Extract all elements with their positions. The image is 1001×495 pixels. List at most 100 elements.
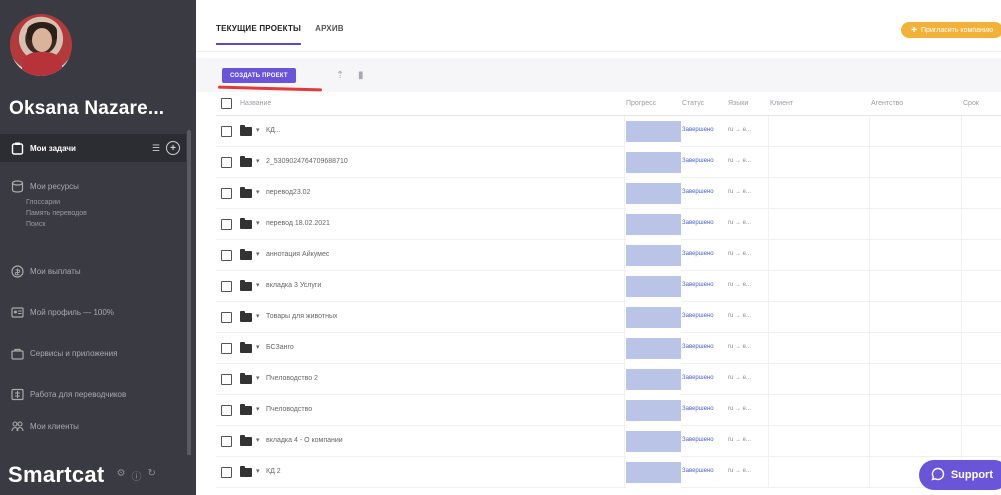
- row-checkbox[interactable]: [221, 126, 232, 137]
- project-name[interactable]: КД...: [266, 127, 281, 134]
- project-name[interactable]: Товары для животных: [266, 313, 338, 320]
- row-checkbox[interactable]: [221, 467, 232, 478]
- chevron-down-icon[interactable]: ▾: [256, 188, 260, 196]
- sidebar-item-services[interactable]: Сервисы и приложения: [0, 344, 186, 362]
- project-name[interactable]: вкладка 3 Услуги: [266, 282, 321, 289]
- user-name[interactable]: Oksana Nazare...: [9, 98, 164, 120]
- chevron-down-icon[interactable]: ▾: [256, 405, 260, 413]
- progress-cell: [626, 178, 681, 209]
- chevron-down-icon[interactable]: ▾: [256, 467, 260, 475]
- sidebar-item-resources[interactable]: Мои ресурсы: [0, 178, 186, 194]
- column-divider: [768, 271, 769, 301]
- clients-icon: [10, 419, 24, 433]
- chevron-down-icon[interactable]: ▾: [256, 436, 260, 444]
- chevron-down-icon[interactable]: ▾: [256, 343, 260, 351]
- projects-table: Название Прогресс Статус Языки Клиент Аг…: [216, 92, 1001, 488]
- tab-archive[interactable]: АРХИВ: [315, 24, 344, 45]
- table-row[interactable]: ▾ Товары для животных Завершено ru → e...: [216, 302, 1001, 333]
- row-checkbox[interactable]: [221, 281, 232, 292]
- table-row[interactable]: ▾ 2_5309024764709688710 Завершено ru → e...: [216, 147, 1001, 178]
- chevron-down-icon[interactable]: ▾: [256, 281, 260, 289]
- project-name[interactable]: перевод 18.02.2021: [266, 220, 330, 227]
- language-icon[interactable]: ⚙: [117, 468, 126, 483]
- column-divider: [768, 426, 769, 456]
- sidebar-item-jobs[interactable]: Работа для переводчиков: [0, 385, 186, 403]
- table-row[interactable]: ▾ КД... Завершено ru → e...: [216, 116, 1001, 147]
- project-name[interactable]: КД 2: [266, 468, 281, 475]
- column-divider: [961, 178, 962, 208]
- folder-icon: [240, 435, 252, 446]
- table-row[interactable]: ▾ перевод 18.02.2021 Завершено ru → e...: [216, 209, 1001, 240]
- filter-icon[interactable]: ☰: [152, 143, 160, 154]
- sidebar-item-clients[interactable]: Мои клиенты: [0, 417, 186, 435]
- table-row[interactable]: ▾ Пчеловодство 2 Завершено ru → e...: [216, 364, 1001, 395]
- languages: ru → e...: [728, 251, 752, 257]
- project-name[interactable]: Пчеловодство: [266, 406, 312, 413]
- row-checkbox[interactable]: [221, 436, 232, 447]
- sync-icon[interactable]: ↻: [148, 468, 156, 483]
- chevron-down-icon[interactable]: ▾: [256, 250, 260, 258]
- project-name[interactable]: Пчеловодство 2: [266, 375, 318, 382]
- sidebar-scrollbar[interactable]: [187, 130, 191, 458]
- status-badge: Завершено: [682, 282, 714, 288]
- sidebar-subitem-search[interactable]: Поиск: [26, 221, 45, 228]
- row-checkbox[interactable]: [221, 157, 232, 168]
- create-project-button[interactable]: СОЗДАТЬ ПРОЕКТ: [222, 68, 296, 83]
- col-header-languages[interactable]: Языки: [728, 100, 748, 107]
- upload-icon[interactable]: ⇡: [336, 70, 344, 81]
- row-checkbox[interactable]: [221, 405, 232, 416]
- brand-bar: Smartcat ⚙ ⓘ ↻: [0, 455, 196, 495]
- sidebar-item-tasks[interactable]: Мои задачи ☰ +: [0, 134, 186, 162]
- support-button[interactable]: Support: [918, 460, 1001, 490]
- column-divider: [961, 395, 962, 425]
- project-name[interactable]: вкладка 4 - О компании: [266, 437, 343, 444]
- column-divider: [624, 457, 625, 487]
- column-divider: [624, 209, 625, 239]
- col-header-progress[interactable]: Прогресс: [626, 100, 656, 107]
- chevron-down-icon[interactable]: ▾: [256, 157, 260, 165]
- row-checkbox[interactable]: [221, 219, 232, 230]
- table-row[interactable]: ▾ перевод23.02 Завершено ru → e...: [216, 178, 1001, 209]
- select-all-checkbox[interactable]: [221, 98, 232, 109]
- table-row[interactable]: ▾ аннотация Айкумес Завершено ru → e...: [216, 240, 1001, 271]
- table-row[interactable]: ▾ БСЗанго Завершено ru → e...: [216, 333, 1001, 364]
- col-header-deadline[interactable]: Срок: [963, 100, 979, 107]
- brand-logo[interactable]: Smartcat: [8, 462, 105, 488]
- trash-icon[interactable]: ▮: [358, 70, 364, 81]
- avatar[interactable]: [10, 14, 72, 76]
- table-row[interactable]: ▾ КД 2 Завершено ru → e...: [216, 457, 1001, 488]
- table-row[interactable]: ▾ вкладка 3 Услуги Завершено ru → e...: [216, 271, 1001, 302]
- col-header-status[interactable]: Статус: [682, 100, 704, 107]
- payouts-icon: [10, 264, 24, 278]
- invite-company-button[interactable]: ✚ Пригласить компанию: [901, 22, 1001, 38]
- project-name[interactable]: аннотация Айкумес: [266, 251, 329, 258]
- chevron-down-icon[interactable]: ▾: [256, 312, 260, 320]
- row-checkbox[interactable]: [221, 374, 232, 385]
- row-checkbox[interactable]: [221, 188, 232, 199]
- project-name[interactable]: 2_5309024764709688710: [266, 158, 348, 165]
- chevron-down-icon[interactable]: ▾: [256, 374, 260, 382]
- chevron-down-icon[interactable]: ▾: [256, 219, 260, 227]
- col-header-name[interactable]: Название: [240, 100, 271, 107]
- column-divider: [624, 271, 625, 301]
- sidebar-subitem-glossaries[interactable]: Глоссарии: [26, 199, 60, 206]
- add-task-icon[interactable]: +: [166, 141, 180, 155]
- sidebar-item-payouts[interactable]: Мои выплаты: [0, 262, 186, 280]
- help-icon[interactable]: ⓘ: [132, 468, 142, 483]
- folder-icon: [240, 156, 252, 167]
- chevron-down-icon[interactable]: ▾: [256, 126, 260, 134]
- col-header-agency[interactable]: Агентство: [871, 100, 903, 107]
- tab-current-projects[interactable]: ТЕКУЩИЕ ПРОЕКТЫ: [216, 24, 302, 45]
- table-row[interactable]: ▾ вкладка 4 - О компании Завершено ru → e..…: [216, 426, 1001, 457]
- project-name[interactable]: БСЗанго: [266, 344, 294, 351]
- sidebar-item-profile[interactable]: Мой профиль — 100%: [0, 303, 186, 321]
- row-checkbox[interactable]: [221, 312, 232, 323]
- row-checkbox[interactable]: [221, 343, 232, 354]
- col-header-client[interactable]: Клиент: [770, 100, 793, 107]
- folder-icon: [240, 311, 252, 322]
- table-row[interactable]: ▾ Пчеловодство Завершено ru → e...: [216, 395, 1001, 426]
- progress-cell: [626, 147, 681, 178]
- sidebar-subitem-tm[interactable]: Память переводов: [26, 210, 87, 217]
- project-name[interactable]: перевод23.02: [266, 189, 310, 196]
- row-checkbox[interactable]: [221, 250, 232, 261]
